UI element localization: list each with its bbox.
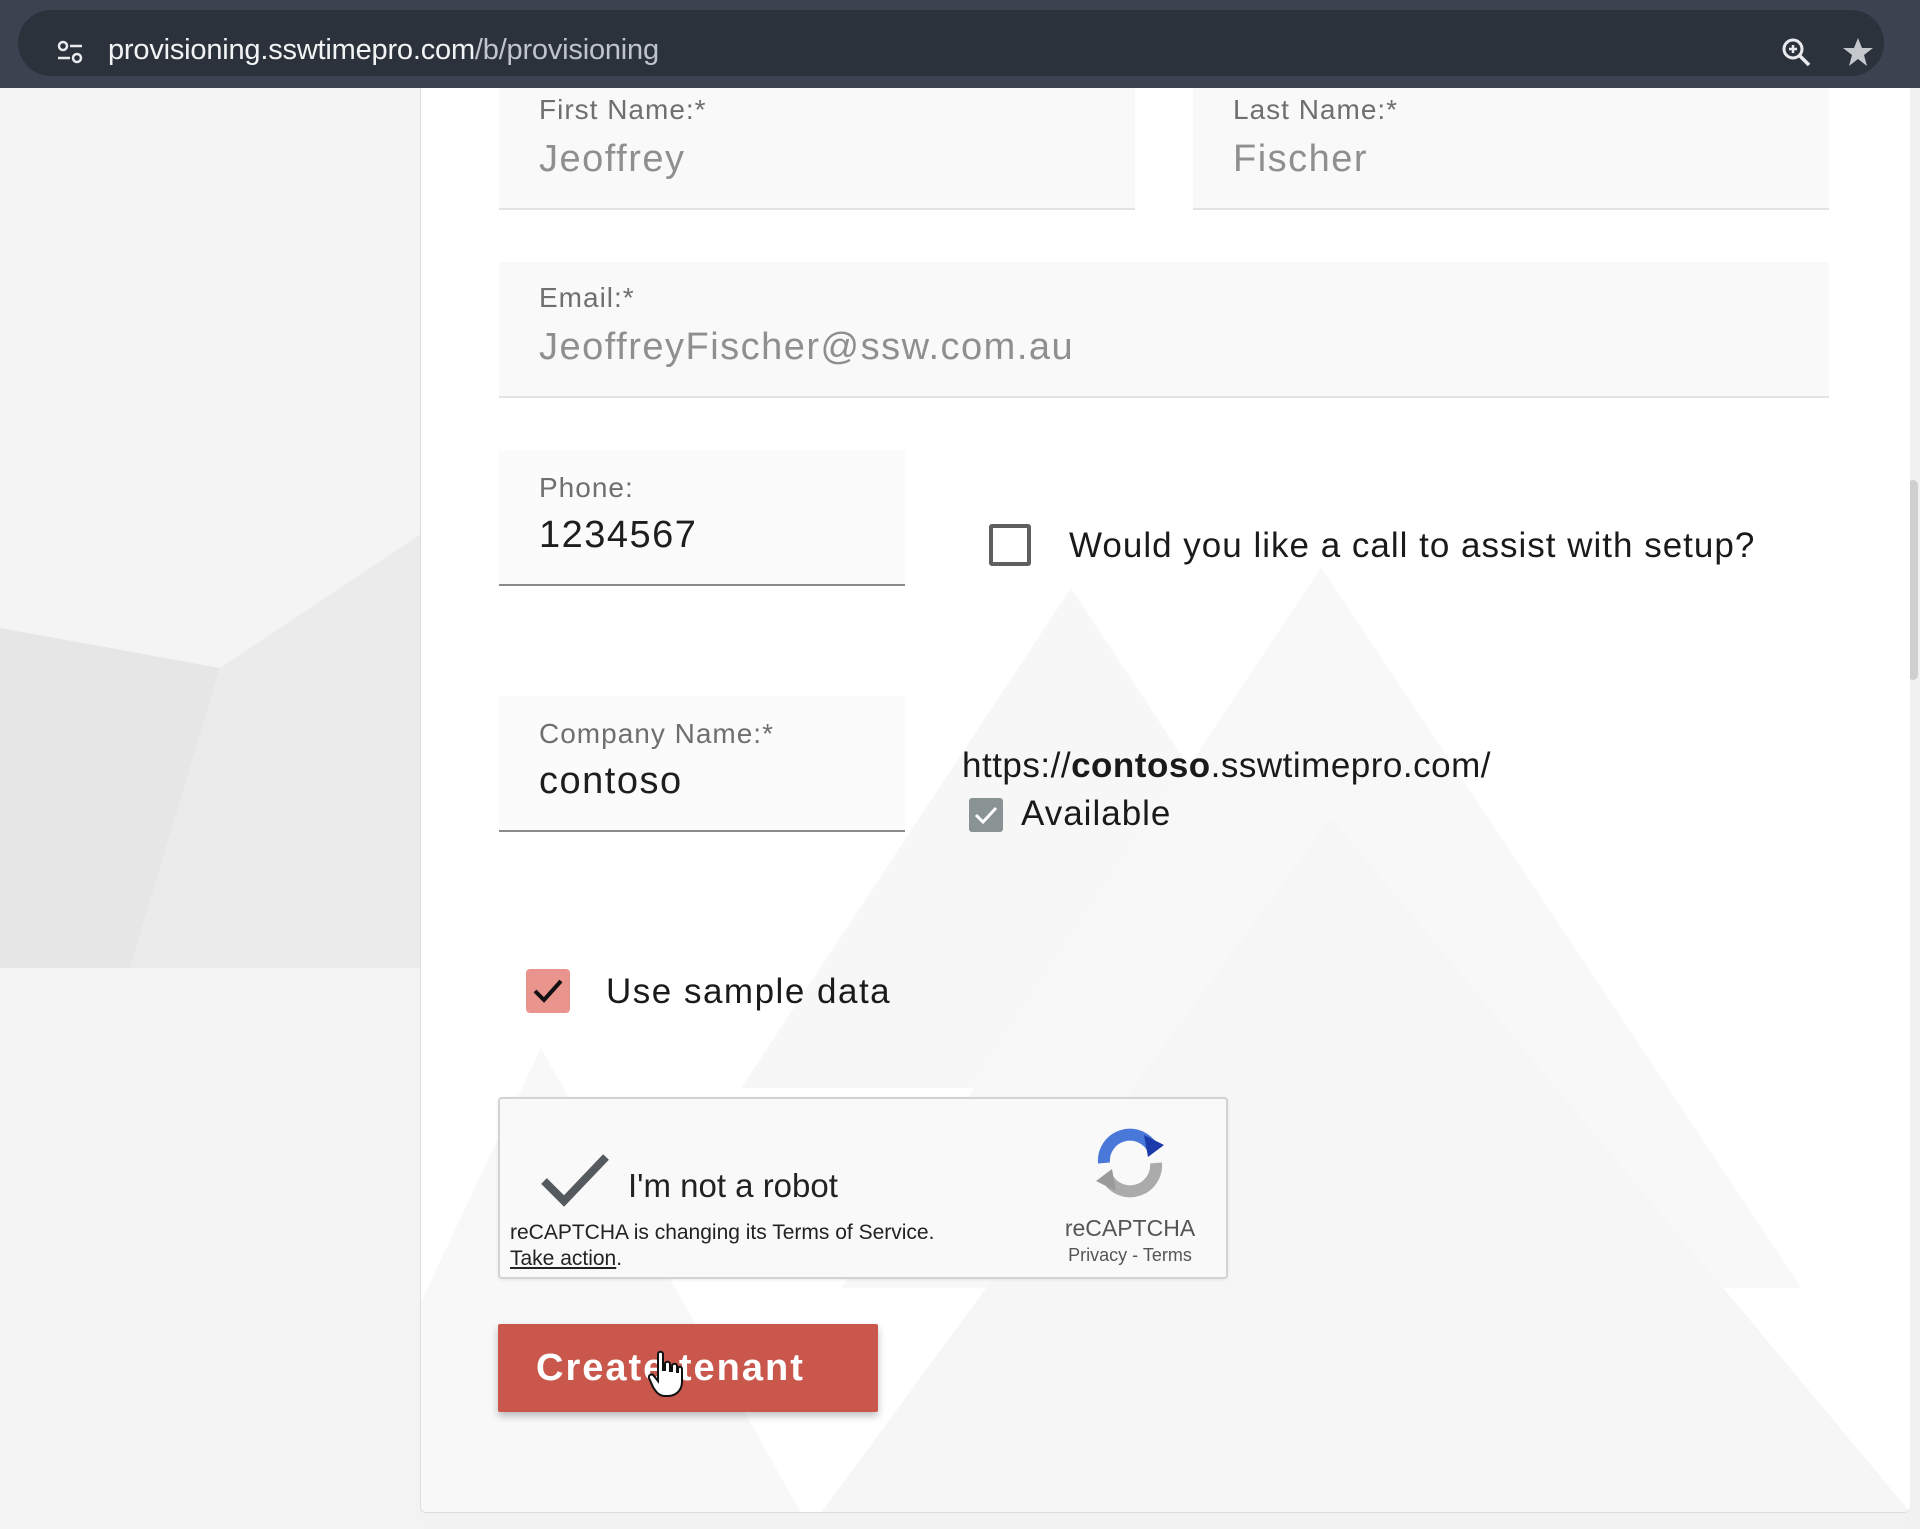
phone-label: Phone: (539, 472, 634, 503)
background-lower-panel (0, 968, 430, 1529)
create-tenant-button[interactable]: Create tenant (498, 1324, 878, 1412)
terms-link[interactable]: Terms (1143, 1245, 1192, 1265)
first-name-value: Jeoffrey (539, 138, 686, 180)
recaptcha-checkmark-icon[interactable] (538, 1151, 612, 1209)
sample-data-label[interactable]: Use sample data (606, 972, 891, 1012)
recaptcha-note: reCAPTCHA is changing its Terms of Servi… (510, 1221, 935, 1244)
phone-field[interactable]: Phone: 1234567 (499, 450, 905, 586)
address-bar[interactable]: provisioning.sswtimepro.com/b/provisioni… (18, 10, 1884, 76)
url-host: provisioning.sswtimepro.com (108, 34, 475, 66)
url-path: /b/provisioning (474, 34, 659, 66)
recaptcha-brand: reCAPTCHA (1064, 1215, 1196, 1241)
available-label: Available (1021, 794, 1172, 833)
recaptcha-take-action: Take action. (510, 1247, 622, 1271)
take-action-suffix: . (616, 1247, 623, 1270)
last-name-label: Last Name:* (1233, 94, 1399, 125)
tenant-url-subdomain: contoso (1071, 746, 1211, 785)
sample-data-checkbox[interactable] (526, 969, 570, 1013)
tenant-url-prefix: https:// (962, 746, 1072, 785)
first-name-label: First Name:* (539, 94, 707, 125)
recaptcha-links: Privacy - Terms (1048, 1245, 1212, 1266)
email-label: Email:* (539, 282, 635, 313)
url-text[interactable]: provisioning.sswtimepro.com/b/provisioni… (108, 34, 659, 67)
tenant-url-suffix: .sswtimepro.com/ (1210, 746, 1491, 785)
provisioning-form-card: First Name:* Jeoffrey Last Name:* Fische… (420, 88, 1910, 1513)
site-settings-icon[interactable] (54, 36, 86, 68)
email-field[interactable]: Email:* JeoffreyFischer@ssw.com.au (499, 262, 1829, 398)
recaptcha-logo-icon (1096, 1128, 1164, 1198)
company-name-field[interactable]: Company Name:* contoso (499, 696, 905, 832)
call-assist-checkbox[interactable] (989, 524, 1031, 566)
call-assist-label[interactable]: Would you like a call to assist with set… (1069, 526, 1755, 566)
links-separator: - (1127, 1245, 1143, 1265)
take-action-link[interactable]: Take action (510, 1247, 616, 1270)
available-check-icon (969, 798, 1003, 832)
email-value: JeoffreyFischer@ssw.com.au (539, 326, 1075, 368)
browser-toolbar: provisioning.sswtimepro.com/b/provisioni… (0, 0, 1920, 88)
privacy-link[interactable]: Privacy (1068, 1245, 1127, 1265)
bookmark-star-icon[interactable] (1842, 36, 1874, 68)
recaptcha-widget: I'm not a robot reCAPTCHA is changing it… (498, 1097, 1228, 1279)
first-name-field[interactable]: First Name:* Jeoffrey (499, 88, 1135, 210)
company-name-value: contoso (539, 760, 683, 802)
phone-value: 1234567 (539, 514, 698, 556)
recaptcha-title[interactable]: I'm not a robot (628, 1167, 838, 1205)
company-name-label: Company Name:* (539, 718, 774, 749)
checkmark-icon (533, 979, 563, 1003)
hand-cursor-icon (648, 1350, 683, 1397)
zoom-icon[interactable] (1780, 36, 1812, 68)
last-name-field[interactable]: Last Name:* Fischer (1193, 88, 1829, 210)
tenant-url: https://contoso.sswtimepro.com/ (962, 746, 1491, 786)
last-name-value: Fischer (1233, 138, 1369, 180)
